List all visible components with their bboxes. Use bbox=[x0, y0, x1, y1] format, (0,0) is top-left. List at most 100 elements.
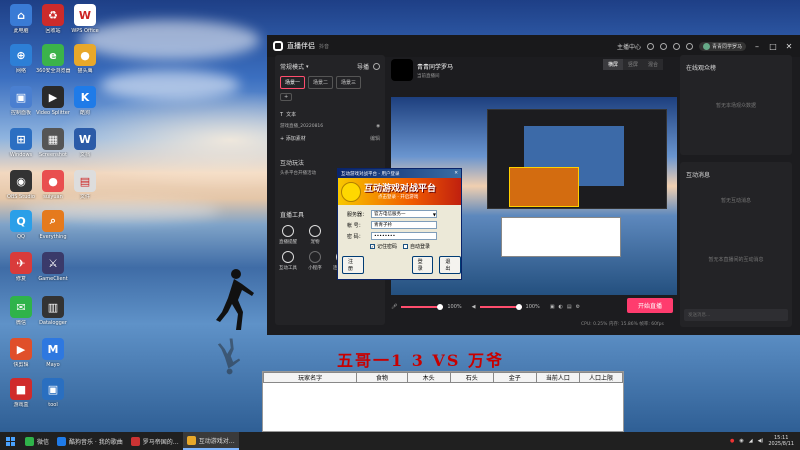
account-input[interactable]: 青青子衿 bbox=[371, 221, 437, 229]
desktop-icon[interactable]: ▥ Datalogger bbox=[36, 296, 70, 326]
message-icon[interactable] bbox=[659, 42, 667, 50]
system-tray: ● ◉ ◢ ◀︎) 15:11 2025/8/11 bbox=[730, 435, 800, 447]
register-button[interactable]: 注册 bbox=[342, 256, 364, 274]
scene-tab-1[interactable]: 场景一 bbox=[280, 76, 306, 89]
record-icon[interactable]: ● bbox=[730, 438, 734, 444]
taskbar-app[interactable]: 酷狗音乐 · 我的歌曲 bbox=[53, 432, 127, 450]
login-titlebar: 互动游戏对战平台 - 用户登录 ✕ bbox=[338, 169, 461, 178]
help-icon[interactable] bbox=[685, 42, 693, 50]
desktop-icon[interactable]: ▣ 控制面板 bbox=[4, 86, 38, 116]
desktop-icon[interactable]: ✉ 微信 bbox=[4, 296, 38, 326]
app-icon: ▦ bbox=[42, 128, 64, 150]
volume-icon[interactable]: ◀︎) bbox=[758, 438, 764, 444]
scene-tab-3[interactable]: 场景三 bbox=[336, 76, 362, 89]
exit-button[interactable]: 退出 bbox=[439, 256, 462, 274]
desktop-icon[interactable]: ■ 游戏盒 bbox=[4, 378, 38, 408]
server-select[interactable]: 官方电信服务一 ▼ bbox=[371, 210, 437, 218]
camera-icon[interactable]: ▣ bbox=[550, 304, 555, 310]
desktop-icon[interactable]: ⌂ 此电脑 bbox=[4, 4, 38, 34]
auto-login-label: 自动登录 bbox=[410, 244, 431, 250]
performance-status: CPU: 0.25% 内存: 15.86% 帧率: 60fps bbox=[581, 322, 664, 327]
desktop-icon[interactable]: ▣ tool bbox=[36, 378, 70, 408]
taskbar-app[interactable]: 罗马帝国的… bbox=[127, 432, 183, 450]
close-icon[interactable]: ✕ bbox=[454, 171, 458, 176]
network-icon[interactable]: ◢ bbox=[749, 438, 753, 444]
password-input[interactable]: •••••••• bbox=[371, 232, 437, 240]
tool-reminder[interactable]: 直播提醒 bbox=[275, 225, 301, 245]
desktop-icon[interactable]: ⊞ Windows bbox=[4, 128, 38, 158]
desktop-icon[interactable]: M Mayo bbox=[36, 338, 70, 368]
col-current-population: 当前人口 bbox=[535, 372, 580, 383]
desktop-icon[interactable]: W 文档 bbox=[68, 128, 102, 158]
desktop-icon[interactable]: W WPS Office bbox=[68, 4, 102, 34]
source-item[interactable]: 游戏直播_20220816 bbox=[280, 123, 323, 129]
desktop-icon[interactable]: e 360安全浏览器 bbox=[36, 44, 70, 74]
portrait-toggle[interactable]: 竖屏 bbox=[623, 59, 644, 70]
desktop-icon[interactable]: Q QQ bbox=[4, 210, 38, 240]
reminder-icon bbox=[282, 225, 294, 237]
taskbar-app[interactable]: 互动游戏对… bbox=[182, 432, 239, 450]
col-player-name: 玩家名字 bbox=[262, 372, 358, 383]
desktop-icon[interactable]: ✈ 修复 bbox=[4, 252, 38, 282]
app-icon: ● bbox=[42, 170, 64, 192]
maximize-icon[interactable]: □ bbox=[768, 42, 778, 51]
scene-tab-2[interactable]: 场景二 bbox=[308, 76, 334, 89]
mic-volume-slider[interactable] bbox=[401, 304, 444, 310]
speaker-icon[interactable]: ◀︎ bbox=[472, 304, 476, 310]
banner-title: 互动游戏对战平台 bbox=[364, 184, 437, 194]
login-button[interactable]: 登录 bbox=[411, 256, 434, 274]
desktop-icon[interactable]: K 酷狗 bbox=[68, 86, 102, 116]
minimize-icon[interactable]: – bbox=[752, 42, 762, 51]
settings-icon[interactable] bbox=[646, 42, 654, 50]
start-live-button[interactable]: 开始直播 bbox=[627, 298, 673, 313]
visibility-icon[interactable]: ◉ bbox=[376, 124, 380, 129]
tray-app-icon[interactable]: ◉ bbox=[739, 438, 743, 444]
help-icon[interactable] bbox=[373, 63, 380, 70]
taskbar-app[interactable]: 微信 bbox=[21, 432, 53, 450]
desktop-icon-label: Mayo bbox=[46, 362, 60, 368]
user-profile[interactable]: 青青同学罗马 bbox=[698, 41, 746, 51]
layout-icon[interactable]: ▤ bbox=[567, 304, 572, 310]
desktop-icon[interactable]: ▦ Screenshot bbox=[36, 128, 70, 158]
remember-password-checkbox[interactable]: ✓ bbox=[370, 244, 375, 249]
desktop-icon[interactable]: ▶ 快剪辑 bbox=[4, 338, 38, 368]
desktop-icon[interactable]: ⊕ 网络 bbox=[4, 44, 38, 74]
desktop-icon[interactable]: ⌕ Everything bbox=[36, 210, 70, 240]
desktop-icon[interactable]: ⚔ GameClient bbox=[36, 252, 70, 282]
desktop-icon[interactable]: ▤ 文件 bbox=[68, 170, 102, 200]
login-banner: 互动游戏对战平台 点击登录 · 开启游戏 bbox=[338, 178, 461, 205]
auto-login-checkbox[interactable] bbox=[403, 244, 409, 249]
tool-interactive[interactable]: 互动工具 bbox=[275, 251, 301, 271]
tool-miniprogram[interactable]: 小程序 bbox=[302, 251, 328, 271]
speaker-volume-slider[interactable] bbox=[479, 304, 522, 310]
clock[interactable]: 15:11 2025/8/11 bbox=[768, 435, 794, 447]
mixed-toggle[interactable]: 混合 bbox=[643, 59, 664, 70]
app-icon: W bbox=[74, 4, 96, 26]
close-icon[interactable]: ✕ bbox=[784, 42, 794, 51]
creator-center-link[interactable]: 主播中心 bbox=[617, 42, 641, 51]
desktop-icon[interactable]: ◉ OBS Studio bbox=[4, 170, 38, 200]
share-icon[interactable] bbox=[672, 42, 680, 50]
desktop-icon-label: 快剪辑 bbox=[13, 362, 29, 368]
start-button[interactable] bbox=[0, 432, 21, 450]
desktop-icon[interactable]: ▶ Video Splitter bbox=[36, 86, 70, 116]
edit-button[interactable]: 编辑 bbox=[370, 135, 380, 142]
add-material-button[interactable]: + 添加素材 bbox=[280, 135, 306, 142]
guide-button[interactable]: 导播 bbox=[357, 62, 369, 71]
tool-pet[interactable]: 宠物 bbox=[302, 225, 328, 245]
desktop-icon[interactable]: ● 猫头鹰 bbox=[68, 44, 102, 74]
landscape-toggle[interactable]: 横屏 bbox=[603, 59, 624, 70]
add-scene-button[interactable]: + bbox=[280, 93, 293, 101]
microphone-icon[interactable]: 🎤︎ bbox=[391, 304, 397, 310]
desktop-icon[interactable]: ● suiyuan bbox=[36, 170, 70, 200]
message-input[interactable]: 发送消息... bbox=[684, 309, 788, 321]
settings-gear-icon[interactable]: ⚙ bbox=[576, 304, 580, 310]
mic-level: 100% bbox=[447, 304, 462, 310]
desktop-icon[interactable]: ♻ 回收站 bbox=[36, 4, 70, 34]
desktop-icon-label: 文档 bbox=[79, 152, 90, 158]
taskbar: 微信 酷狗音乐 · 我的歌曲 罗马帝国的… 互动游戏对… ● ◉ ◢ ◀︎) 15:1… bbox=[0, 432, 800, 450]
mode-selector[interactable]: 常规模式 bbox=[280, 62, 304, 71]
desktop-icon-label: WPS Office bbox=[71, 28, 99, 34]
filter-icon[interactable]: ◐ bbox=[559, 304, 563, 310]
app-icon: K bbox=[74, 86, 96, 108]
